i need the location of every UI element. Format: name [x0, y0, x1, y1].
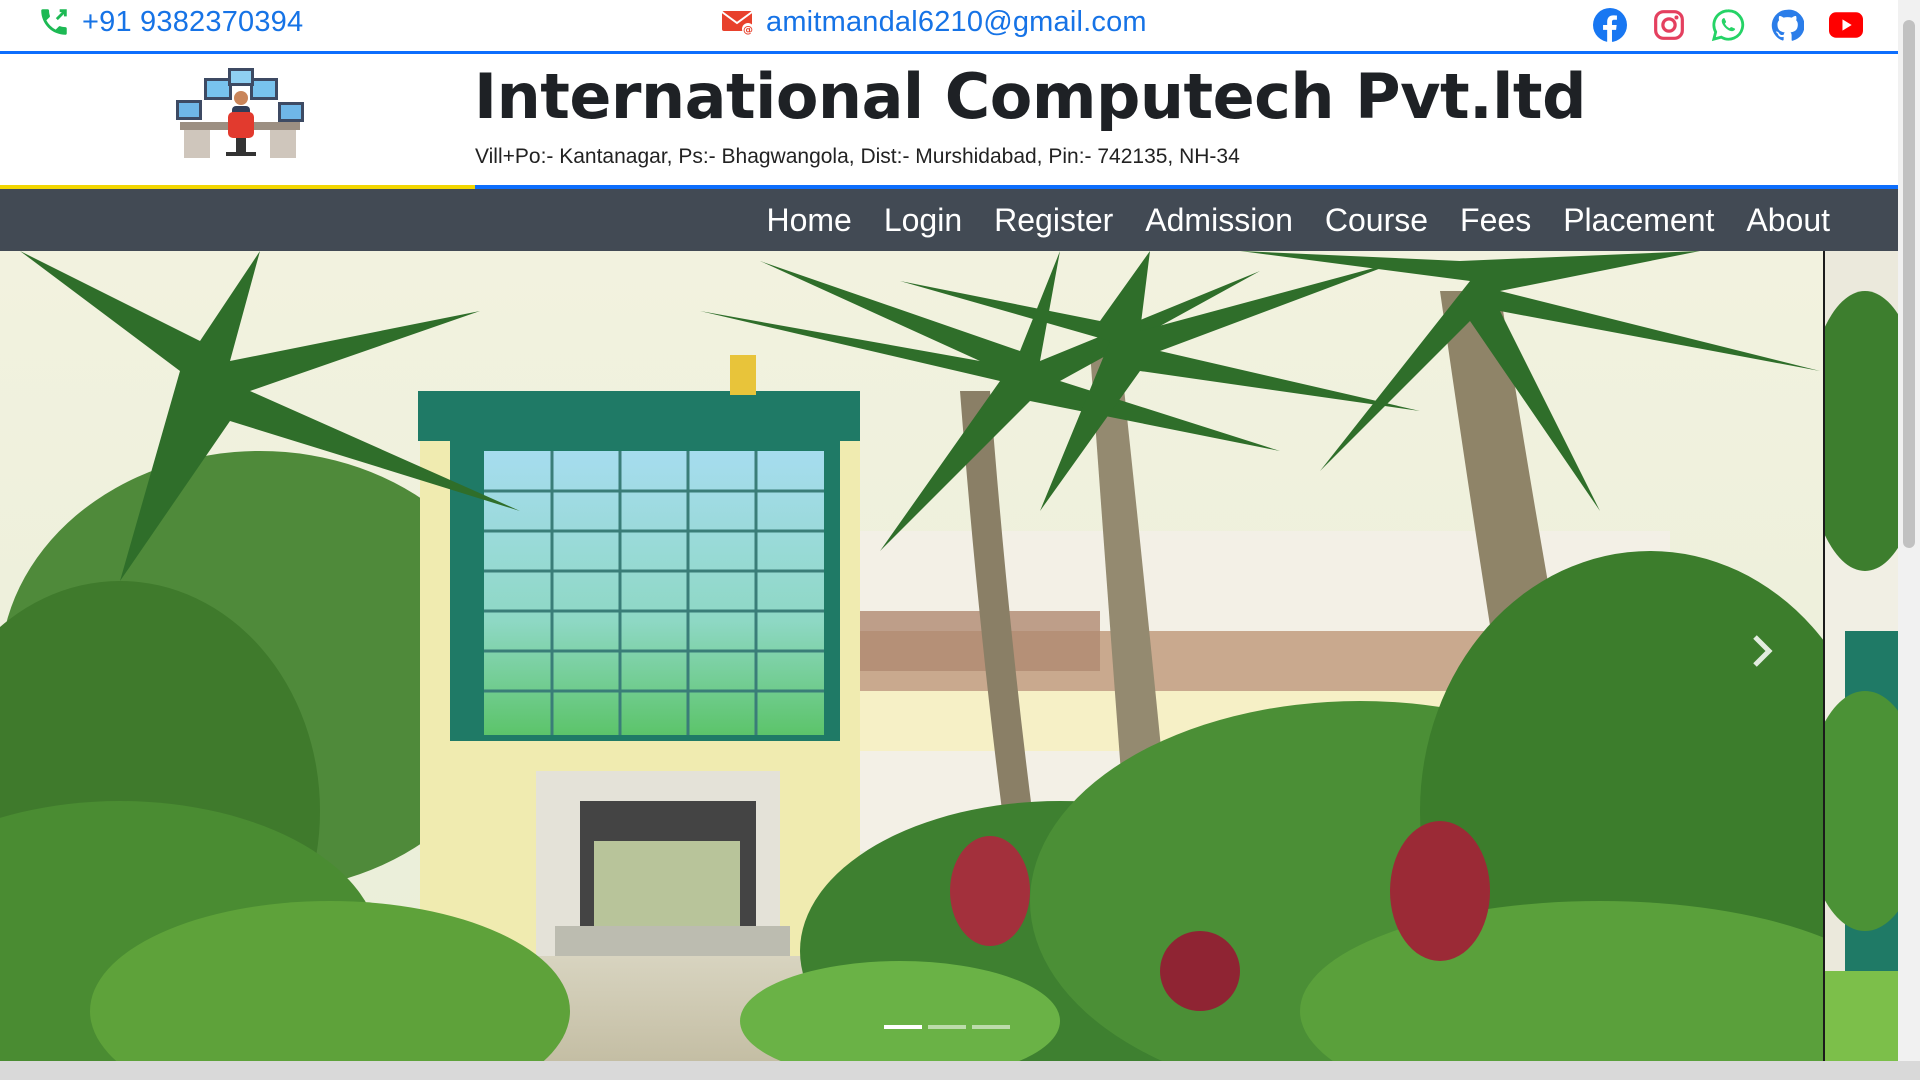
- social-links: [1592, 7, 1864, 43]
- carousel-indicator-1[interactable]: [884, 1025, 922, 1029]
- nav-home[interactable]: Home: [766, 202, 851, 239]
- hero-carousel: [0, 251, 1898, 1061]
- site-header: International Computech Pvt.ltd Vill+Po:…: [0, 54, 1898, 185]
- nav-login[interactable]: Login: [884, 202, 962, 239]
- instagram-icon[interactable]: [1651, 7, 1687, 43]
- horizontal-scrollbar[interactable]: [0, 1061, 1920, 1080]
- nav-about[interactable]: About: [1746, 202, 1830, 239]
- carousel-indicator-3[interactable]: [972, 1025, 1010, 1029]
- email-address[interactable]: amitmandal6210@gmail.com: [766, 6, 1147, 39]
- nav-fees[interactable]: Fees: [1460, 202, 1531, 239]
- chevron-right-icon: [1753, 635, 1773, 667]
- carousel-indicators: [884, 1025, 1010, 1029]
- mail-icon: @: [720, 4, 756, 40]
- carousel-next-button[interactable]: [1740, 621, 1784, 681]
- youtube-icon[interactable]: [1828, 7, 1864, 43]
- vertical-scrollbar[interactable]: [1898, 0, 1920, 1061]
- nav-placement[interactable]: Placement: [1563, 202, 1714, 239]
- svg-text:@: @: [743, 25, 753, 36]
- github-icon[interactable]: [1769, 7, 1805, 43]
- nav-course[interactable]: Course: [1325, 202, 1428, 239]
- site-title: International Computech Pvt.ltd: [474, 60, 1586, 133]
- nav-register[interactable]: Register: [994, 202, 1113, 239]
- phone-contact[interactable]: +91 9382370394: [36, 4, 303, 40]
- email-contact[interactable]: @ amitmandal6210@gmail.com: [720, 4, 1147, 40]
- next-slide-preview: [1825, 251, 1898, 1061]
- nav-admission[interactable]: Admission: [1145, 202, 1293, 239]
- phone-icon: [36, 4, 72, 40]
- phone-number[interactable]: +91 9382370394: [82, 6, 303, 39]
- campus-building-photo: [0, 251, 1823, 1061]
- main-navbar: Home Login Register Admission Course Fee…: [0, 189, 1898, 251]
- site-address: Vill+Po:- Kantanagar, Ps:- Bhagwangola, …: [475, 145, 1240, 168]
- nav-menu: Home Login Register Admission Course Fee…: [766, 189, 1830, 251]
- facebook-icon[interactable]: [1592, 7, 1628, 43]
- whatsapp-icon[interactable]: [1710, 7, 1746, 43]
- computer-lab-logo[interactable]: [170, 64, 310, 164]
- vertical-scroll-thumb[interactable]: [1903, 20, 1915, 548]
- carousel-indicator-2[interactable]: [928, 1025, 966, 1029]
- top-contact-bar: +91 9382370394 @ amitmandal6210@gmail.co…: [0, 0, 1898, 54]
